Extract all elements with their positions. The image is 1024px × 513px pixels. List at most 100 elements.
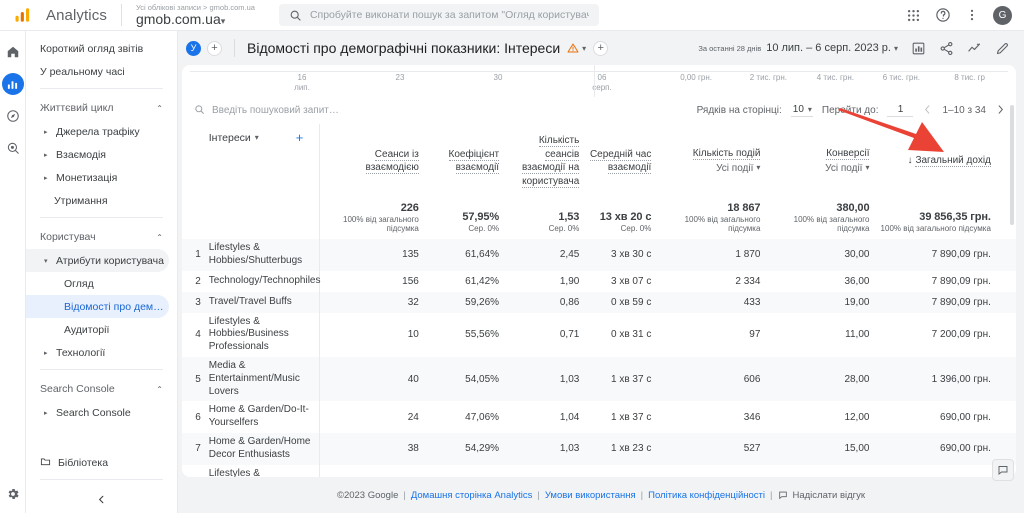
date-range-picker[interactable]: За останні 28 днів 10 лип. – 6 серп. 202… [698,42,898,54]
sidebar-item-realtime[interactable]: У реальному часі [26,60,169,83]
account-name[interactable]: gmob.com.ua▾ [136,11,255,27]
reports-icon[interactable] [1,73,24,95]
footer-link-privacy[interactable]: Політика конфіденційності [648,490,765,501]
table-row[interactable]: 7 Home & Garden/Home Decor Enthusiasts 3… [182,432,1016,465]
avatar[interactable]: G [993,5,1012,25]
warning-chip[interactable]: ▾ [567,42,586,54]
row-dimension[interactable]: Technology/Technophiles [209,271,321,292]
sidebar-item-label: Утримання [54,194,108,207]
table-row[interactable]: 3 Travel/Travel Buffs 32 59,26% 0,86 0 х… [182,291,1016,313]
sidebar-collapse-button[interactable] [26,485,177,513]
column-header-conversion-filter[interactable]: Усі події ▾ [766,162,869,176]
more-vert-icon[interactable] [965,8,979,22]
account-switcher[interactable]: Усі облікові записи > gmob.com.ua gmob.c… [136,3,267,27]
chart-axis-strip: 16 лип. 23 30 06 серп. 0,00 грн. 2 тис. гр… [182,65,1016,97]
sidebar-item-search-console[interactable]: ▸ Search Console [26,401,169,424]
footer-link-terms[interactable]: Умови використання [545,490,636,501]
sidebar-item-library[interactable]: Бібліотека [26,451,169,474]
sidebar-section-search-console[interactable]: Search Console ⌃ [26,377,177,401]
next-page-button[interactable] [995,104,1006,118]
sidebar-item-label: Огляд [64,277,94,290]
table-search[interactable]: Введіть пошуковий запит… [194,104,339,118]
column-header-total-revenue[interactable]: ↓ Загальний дохід [875,124,996,202]
table-row[interactable]: 1 Lifestyles & Hobbies/Shutterbugs 135 6… [182,239,1016,271]
cell-conversions: 28,00 [844,373,870,385]
cell-event-count: 346 [743,411,761,423]
row-dimension[interactable]: Travel/Travel Buffs [209,292,320,313]
sidebar-item-monetization[interactable]: ▸ Монетизація [26,166,169,189]
column-header-event-count[interactable]: Кількість подій Усі події ▾ [657,124,766,202]
share-icon[interactable] [939,41,954,56]
chevron-right-icon: ▸ [44,128,48,136]
comparison-badge[interactable]: У [186,40,201,56]
column-header-sessions-per-user[interactable]: Кількість сеансів взаємодії на користува… [505,124,585,202]
sidebar-section-user[interactable]: Користувач ⌃ [26,225,177,249]
cell-conversions: 15,00 [844,443,870,455]
global-search-input[interactable]: Спробуйте виконати пошук за запитом "Огл… [310,9,589,21]
sidebar-item-reports-overview[interactable]: Короткий огляд звітів [26,37,169,60]
add-insight-button[interactable]: + [593,40,609,56]
sidebar-item-user-attributes[interactable]: ▾ Атрибути користувача [26,249,169,272]
row-dimension[interactable]: Lifestyles & Hobbies/Business Profession… [209,313,320,357]
sidebar-item-acquisition[interactable]: ▸ Джерела трафіку [26,120,169,143]
sidebar-item-audiences[interactable]: Аудиторії [26,318,169,341]
sidebar-item-overview[interactable]: Огляд [26,272,169,295]
gear-icon[interactable] [2,483,24,505]
row-dimension[interactable]: Home & Garden/Home Decor Enthusiasts [209,433,320,465]
cell-engagement-rate: 61,42% [465,275,500,287]
sidebar-item-engagement[interactable]: ▸ Взаємодія [26,143,169,166]
chevron-left-icon [98,495,104,503]
help-icon[interactable] [935,7,951,23]
cell-engaged-sessions: 156 [319,270,425,292]
table-row[interactable]: 6 Home & Garden/Do-It-Yourselfers 24 47,… [182,401,1016,433]
cell-sessions-per-user: 0,71 [559,329,580,341]
rows-per-page-select[interactable]: 10 ▾ [790,104,813,117]
column-header-avg-engagement-time[interactable]: Середній час взаємодії [585,124,657,202]
column-header-engagement-rate[interactable]: Коефіцієнт взаємодії [425,124,505,202]
insights-icon[interactable] [967,41,982,56]
advertising-icon[interactable] [2,137,24,159]
cell-event-count: 1 870 [735,249,761,261]
table-search-input[interactable]: Введіть пошуковий запит… [212,105,339,116]
apps-grid-icon[interactable] [906,8,921,23]
spacer-cell [997,292,1016,313]
add-comparison-button[interactable]: + [207,40,222,56]
column-header-conversions[interactable]: Конверсії Усі події ▾ [766,124,875,202]
sidebar-section-lifecycle[interactable]: Життєвий цикл ⌃ [26,96,177,120]
goto-page-input[interactable]: 1 [887,104,914,117]
column-header-engaged-sessions[interactable]: Сеанси із взаємодією [319,124,425,202]
table-head: Інтереси ▾ + Сеанси із взаємодією Коефіц… [182,124,1016,239]
row-dimension[interactable]: Lifestyles & Hobbies/Shutterbugs [209,239,320,271]
row-dimension[interactable]: Home & Garden/Do-It-Yourselfers [209,401,320,433]
add-dimension-button[interactable]: + [296,130,314,145]
table-row[interactable]: 8 Lifestyles & Hobbies/Family-Focused 18… [182,464,1016,477]
footer-link-analytics-home[interactable]: Домашня сторінка Analytics [411,490,533,501]
sidebar-item-demographic-details[interactable]: Відомості про демографіч… [26,295,169,318]
sidebar-item-retention[interactable]: Утримання [26,189,169,212]
totals-sub: Сер. 0% [620,224,652,233]
cell-engagement-rate: 61,64% [465,249,500,261]
row-dimension[interactable]: Lifestyles & Hobbies/Family-Focused [209,465,320,477]
column-header-sub-label: Усі події [716,163,754,174]
table-row[interactable]: 4 Lifestyles & Hobbies/Business Professi… [182,312,1016,357]
footer-feedback-button[interactable]: Надіслати відгук [778,490,865,501]
edit-icon[interactable] [995,41,1010,56]
explore-icon[interactable] [2,105,24,127]
report-table: Інтереси ▾ + Сеанси із взаємодією Коефіц… [182,124,1016,477]
column-header-label: Кількість сеансів взаємодії на користува… [521,135,580,188]
sidebar-item-tech[interactable]: ▸ Технології [26,341,169,364]
dimension-selector[interactable]: Інтереси ▾ [209,132,259,144]
table-row[interactable]: 5 Media & Entertainment/Music Lovers 40 … [182,356,1016,402]
column-header-event-filter[interactable]: Усі події ▾ [657,162,760,176]
row-dimension[interactable]: Media & Entertainment/Music Lovers [209,357,320,401]
compare-icon[interactable] [911,41,926,56]
vertical-scrollbar[interactable] [1010,105,1014,225]
feedback-fab[interactable] [992,459,1014,481]
global-search[interactable]: Спробуйте виконати пошук за запитом "Огл… [278,4,599,26]
totals-avg-engagement-time: 13 хв 20 с Сер. 0% [585,202,657,239]
home-icon[interactable] [2,41,24,63]
chevron-right-icon: ▸ [44,349,48,357]
divider [40,479,163,480]
prev-page-button[interactable] [922,104,933,118]
table-row[interactable]: 2 Technology/Technophiles 156 61,42% 1,9… [182,270,1016,292]
